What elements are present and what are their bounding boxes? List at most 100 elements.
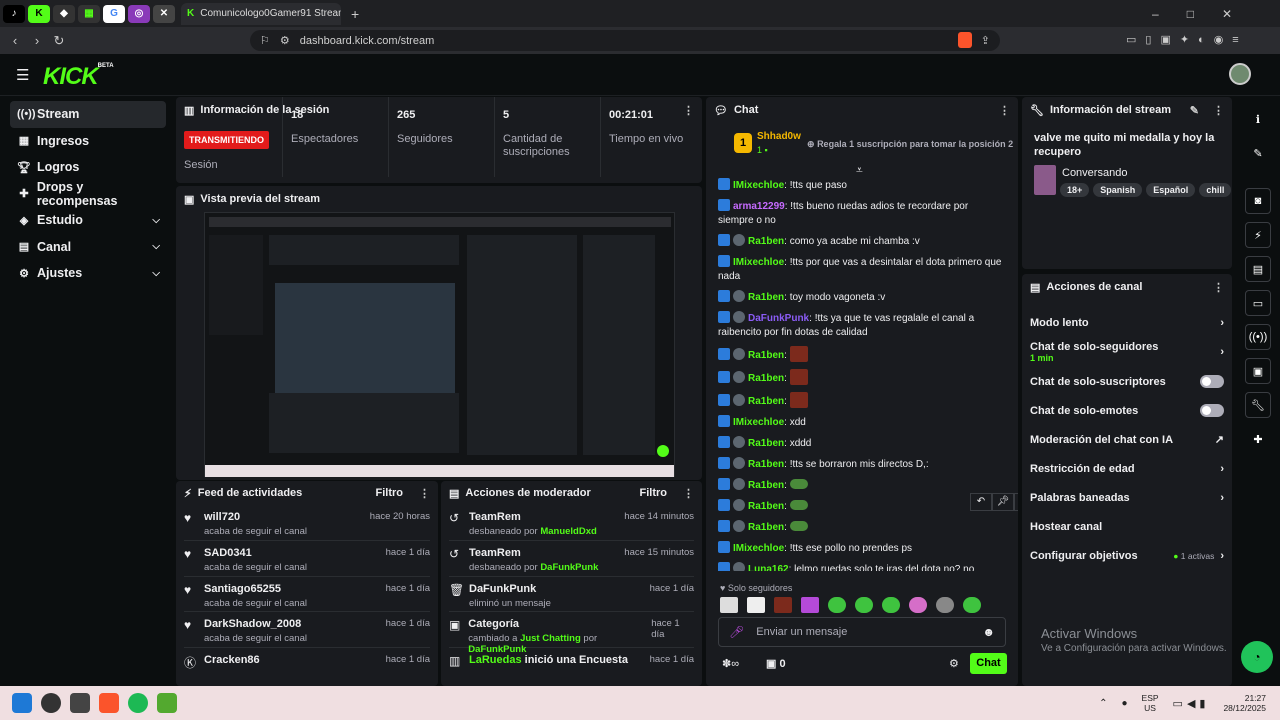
new-tab-icon[interactable]: + — [351, 6, 359, 22]
chat-input[interactable]: 🎤︎ Enviar un mensaje ☻ — [718, 617, 1006, 647]
brave-icon[interactable] — [99, 693, 119, 713]
chat-username[interactable]: Ra1ben — [748, 459, 784, 470]
chat-username[interactable]: IMixechloe — [733, 257, 784, 268]
emote-icon[interactable] — [855, 597, 873, 613]
chat-message[interactable]: IMixechloe: !tts por que vas a desintala… — [706, 252, 1018, 287]
emote-icon[interactable] — [936, 597, 954, 613]
clock[interactable]: 21:27 28/12/2025 — [1223, 693, 1266, 713]
chat-username[interactable]: Ra1ben — [748, 438, 784, 449]
chat-message[interactable]: IMixechloe: xdd — [706, 412, 1018, 433]
wrench-icon[interactable]: 🔧︎ — [1245, 392, 1271, 418]
chat-message[interactable]: Ra1ben: — [706, 343, 1018, 366]
emote-icon[interactable] — [909, 597, 927, 613]
reload-icon[interactable]: ↻ — [48, 33, 70, 49]
site-info-icon[interactable]: ⚙ — [280, 34, 290, 47]
kick-app-icon[interactable] — [157, 693, 177, 713]
location-icon[interactable]: ● — [1121, 698, 1127, 709]
support-headset-icon[interactable]: ◔ — [1241, 641, 1273, 673]
ai-moderation-row[interactable]: Moderación del chat con IA ↗ — [1022, 425, 1232, 454]
sidebar-item-stream[interactable]: ((•)) Stream — [10, 101, 166, 128]
goals-row[interactable]: Configurar objetivos ● 1 activas › — [1022, 541, 1232, 570]
emoji-icon[interactable]: ☻ — [982, 625, 995, 639]
chat-username[interactable]: Ra1ben — [748, 236, 784, 247]
reply-icon[interactable]: ↶ — [970, 493, 992, 511]
sidebar-item-ajustes[interactable]: ⚙ Ajustes ⌵ — [10, 260, 166, 287]
menu-icon[interactable]: ☰ — [16, 66, 29, 84]
app-icon[interactable] — [70, 693, 90, 713]
mic-icon[interactable]: 🎤︎ — [729, 625, 744, 639]
more-options-icon[interactable]: ⋮ — [1213, 281, 1224, 294]
chat-username[interactable]: Ra1ben — [748, 373, 784, 384]
chat-message[interactable]: Luna162: lelmo ruedas solo te iras del d… — [706, 559, 1018, 571]
tiktok-tab-icon[interactable]: ♪ — [3, 4, 25, 23]
more-options-icon[interactable]: ⋮ — [999, 104, 1010, 117]
url-field[interactable]: ⚐ ⚙ dashboard.kick.com/stream ⇪ — [250, 30, 1000, 51]
gift-prompt[interactable]: ⊕ Regala 1 suscripción para tomar la pos… — [807, 139, 1013, 150]
brave-shield-icon[interactable] — [958, 32, 972, 48]
chat-username[interactable]: arma12299 — [733, 201, 785, 212]
emote-icon[interactable] — [774, 597, 792, 613]
chat-username[interactable]: IMixechloe — [733, 543, 784, 554]
sidebar-item-canal[interactable]: ▤ Canal ⌵ — [10, 234, 166, 261]
send-chat-button[interactable]: Chat — [970, 653, 1007, 674]
tray-up-icon[interactable]: ⌃ — [1099, 698, 1107, 709]
chat-icon[interactable]: ▭ — [1245, 290, 1271, 316]
infinity-icon[interactable]: ✽∞ — [722, 657, 739, 670]
sidebar-item-ingresos[interactable]: ▦ Ingresos — [10, 128, 166, 155]
more-options-icon[interactable]: ⋮ — [419, 487, 430, 500]
chat-username[interactable]: Ra1ben — [748, 350, 784, 361]
network-sound-battery-icons[interactable]: ▭◀▮ — [1173, 697, 1210, 710]
chat-message[interactable]: Ra1ben: — [706, 366, 1018, 389]
camera-icon[interactable]: ◙ — [1245, 188, 1271, 214]
avatar[interactable] — [1229, 63, 1251, 85]
pinned-tab-icon[interactable]: ▦ — [78, 4, 100, 23]
bolt-icon[interactable]: ⚡︎ — [1245, 222, 1271, 248]
kick-logo[interactable]: KICKBETA — [43, 63, 114, 91]
emotes-only-toggle[interactable] — [1200, 404, 1224, 417]
kick-tab-icon[interactable]: K — [28, 4, 50, 23]
emote-icon[interactable] — [747, 597, 765, 613]
chat-message[interactable]: DaFunkPunk: !tts ya que te vas regalale … — [706, 308, 1018, 343]
toolbar-extension-icons[interactable]: ▭▯▣✦◐◉≡ — [1126, 33, 1248, 46]
forward-icon[interactable]: › — [26, 33, 48, 48]
sidebar-item-estudio[interactable]: ◈ Estudio ⌵ — [10, 207, 166, 234]
emote-icon[interactable] — [882, 597, 900, 613]
emote-icon[interactable] — [828, 597, 846, 613]
keyboard-layout[interactable]: ESP US — [1142, 693, 1159, 713]
edit-icon[interactable]: ✎ — [1245, 140, 1271, 166]
chat-message[interactable]: IMixechloe: !tts que paso — [706, 175, 1018, 196]
chat-username[interactable]: DaFunkPunk — [748, 313, 809, 324]
chat-message[interactable]: Ra1ben: toy modo vagoneta :v — [706, 287, 1018, 308]
followers-only-row[interactable]: Chat de solo-seguidores 1 min › — [1022, 337, 1232, 367]
more-options-icon[interactable]: ⋮ — [683, 487, 694, 500]
chat-message[interactable]: Ra1ben: como ya acabe mi chamba :v — [706, 231, 1018, 252]
edit-icon[interactable]: ✎ — [1190, 104, 1199, 117]
chat-username[interactable]: Ra1ben — [748, 480, 784, 491]
filter-button[interactable]: Filtro — [376, 487, 404, 499]
chat-message[interactable]: IMixechloe: !tts ese pollo no prendes ps — [706, 538, 1018, 559]
filter-button[interactable]: Filtro — [640, 487, 668, 499]
chat-message[interactable]: Ra1ben: xddd — [706, 433, 1018, 454]
chat-username[interactable]: Ra1ben — [748, 501, 784, 512]
subs-only-toggle[interactable] — [1200, 375, 1224, 388]
muted-tab-icon[interactable]: ✕ — [153, 4, 175, 23]
chat-message[interactable]: arma12299: !tts bueno ruedas adios te re… — [706, 196, 1018, 231]
chat-username[interactable]: Ra1ben — [748, 292, 784, 303]
back-icon[interactable]: ‹ — [4, 33, 26, 48]
emote-icon[interactable] — [720, 597, 738, 613]
emote-icon[interactable] — [963, 597, 981, 613]
sidebar-item-drops[interactable]: ✚ Drops y recompensas — [10, 180, 166, 208]
window-controls-icon[interactable]: –□✕ — [1152, 7, 1260, 21]
stream-preview-video[interactable] — [204, 212, 675, 477]
broadcast-icon[interactable]: ((•)) — [1245, 324, 1271, 350]
obs-icon[interactable] — [41, 693, 61, 713]
bookmark-icon[interactable]: ⚐ — [260, 34, 270, 47]
chat-message[interactable]: Ra1ben: — [706, 389, 1018, 412]
layout-icon[interactable]: ▣ — [1245, 358, 1271, 384]
pin-icon[interactable]: 📌︎ — [992, 493, 1014, 511]
add-widget-icon[interactable]: ✚ — [1245, 426, 1271, 452]
share-icon[interactable]: ⇪ — [981, 34, 990, 47]
slow-mode-row[interactable]: Modo lento › — [1022, 308, 1232, 337]
chat-username[interactable]: Ra1ben — [748, 522, 784, 533]
chat-message[interactable]: Ra1ben: — [706, 517, 1018, 538]
